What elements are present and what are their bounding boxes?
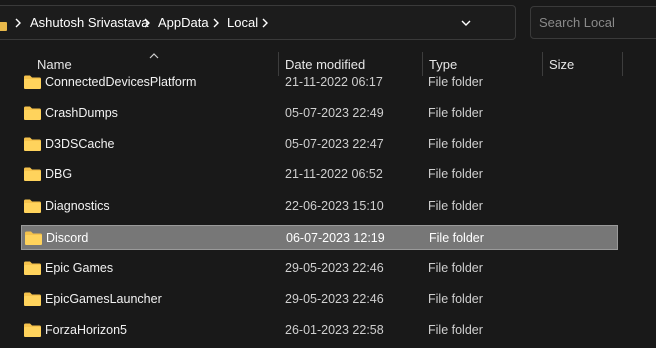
- folder-icon: [24, 199, 41, 213]
- file-type: File folder: [428, 106, 483, 120]
- file-name: CrashDumps: [45, 106, 118, 120]
- address-bar[interactable]: Ashutosh Srivastava AppData Local: [0, 5, 516, 40]
- file-type: File folder: [428, 261, 483, 275]
- file-name: ForzaHorizon5: [45, 323, 127, 337]
- file-name: Discord: [46, 231, 89, 245]
- file-date-modified: 06-07-2023 12:19: [286, 231, 385, 245]
- chevron-right-icon[interactable]: [142, 17, 152, 29]
- file-type: File folder: [428, 137, 483, 151]
- folder-icon: [0, 18, 7, 31]
- breadcrumb-item-user[interactable]: Ashutosh Srivastava: [30, 6, 149, 39]
- chevron-right-icon[interactable]: [211, 17, 221, 29]
- folder-icon: [24, 137, 41, 151]
- folder-icon: [24, 292, 41, 306]
- file-type: File folder: [428, 167, 483, 181]
- file-type: File folder: [428, 323, 483, 337]
- chevron-right-icon[interactable]: [260, 17, 270, 29]
- file-type: File folder: [428, 292, 483, 306]
- file-date-modified: 29-05-2023 22:46: [285, 261, 384, 275]
- folder-icon: [24, 167, 41, 181]
- list-item[interactable]: ForzaHorizon5 26-01-2023 22:58 File fold…: [21, 318, 618, 343]
- folder-icon: [24, 261, 41, 275]
- file-date-modified: 21-11-2022 06:52: [285, 167, 383, 181]
- file-date-modified: 05-07-2023 22:49: [285, 106, 384, 120]
- file-date-modified: 29-05-2023 22:46: [285, 292, 384, 306]
- folder-icon: [25, 231, 42, 245]
- file-name: Epic Games: [45, 261, 114, 275]
- list-item-selected[interactable]: Discord 06-07-2023 12:19 File folder: [21, 225, 618, 250]
- sort-ascending-icon: [149, 47, 159, 59]
- file-name: DBG: [45, 167, 73, 181]
- search-input[interactable]: Search Local: [530, 6, 656, 39]
- chevron-down-icon[interactable]: [459, 16, 473, 30]
- file-type: File folder: [429, 231, 484, 245]
- list-item[interactable]: D3DSCache 05-07-2023 22:47 File folder: [21, 132, 618, 157]
- file-name: Diagnostics: [45, 199, 110, 213]
- file-date-modified: 22-06-2023 15:10: [285, 199, 384, 213]
- list-item[interactable]: Epic Games 29-05-2023 22:46 File folder: [21, 256, 618, 281]
- file-date-modified: 05-07-2023 22:47: [285, 137, 384, 151]
- file-name: EpicGamesLauncher: [45, 292, 162, 306]
- file-date-modified: 21-11-2022 06:17: [285, 75, 383, 89]
- list-item[interactable]: Diagnostics 22-06-2023 15:10 File folder: [21, 194, 618, 219]
- column-divider[interactable]: [622, 52, 623, 76]
- breadcrumb-item-appdata[interactable]: AppData: [158, 6, 209, 39]
- list-item[interactable]: EpicGamesLauncher 29-05-2023 22:46 File …: [21, 287, 618, 312]
- file-name: D3DSCache: [45, 137, 115, 151]
- file-date-modified: 26-01-2023 22:58: [285, 323, 384, 337]
- folder-icon: [24, 106, 41, 120]
- file-name: ConnectedDevicesPlatform: [45, 75, 197, 89]
- folder-icon: [24, 323, 41, 337]
- folder-icon: [24, 75, 41, 89]
- list-item[interactable]: ConnectedDevicesPlatform 21-11-2022 06:1…: [21, 70, 618, 95]
- list-item[interactable]: DBG 21-11-2022 06:52 File folder: [21, 162, 618, 187]
- file-type: File folder: [428, 75, 483, 89]
- chevron-right-icon[interactable]: [13, 17, 23, 29]
- file-explorer-window: Ashutosh Srivastava AppData Local Search…: [0, 0, 656, 348]
- list-item[interactable]: CrashDumps 05-07-2023 22:49 File folder: [21, 101, 618, 126]
- file-type: File folder: [428, 199, 483, 213]
- breadcrumb-item-local[interactable]: Local: [227, 6, 258, 39]
